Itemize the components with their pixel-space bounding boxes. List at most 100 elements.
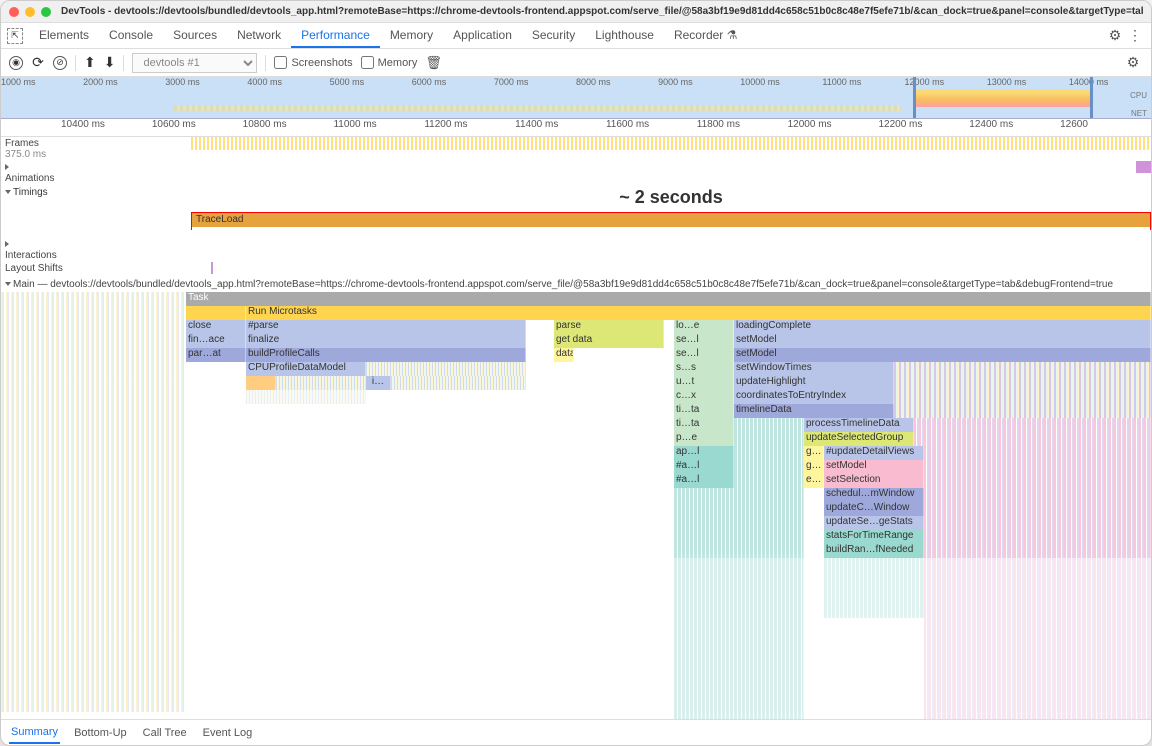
frames-track[interactable]: Frames 375.0 ms (1, 137, 1151, 161)
flame-close[interactable]: close (186, 320, 246, 334)
btab-summary[interactable]: Summary (9, 722, 60, 744)
flame-setmodel3[interactable]: setModel (824, 460, 924, 474)
btab-bottomup[interactable]: Bottom-Up (72, 723, 129, 743)
timing-annotation: ~ 2 seconds (191, 187, 1151, 208)
flame-tita1[interactable]: ti…ta (674, 404, 734, 418)
tab-sources[interactable]: Sources (163, 24, 227, 48)
interactions-track[interactable]: Interactions (1, 238, 1151, 262)
flame-g1[interactable]: g… (804, 446, 824, 460)
flame-loe[interactable]: lo…e (674, 320, 734, 334)
more-icon[interactable]: ⋮ (1125, 27, 1145, 44)
tab-memory[interactable]: Memory (380, 24, 443, 48)
tab-lighthouse[interactable]: Lighthouse (585, 24, 664, 48)
flame-timelinedata[interactable]: timelineData (734, 404, 894, 418)
expand-icon[interactable] (5, 164, 9, 170)
flame-g2[interactable]: g… (804, 460, 824, 474)
window-maximize-icon[interactable] (41, 7, 51, 17)
window-close-icon[interactable] (9, 7, 19, 17)
flame-chart[interactable]: Task Run Microtasks close #parse parse l… (1, 292, 1151, 719)
flame-data[interactable]: data (554, 348, 574, 362)
flame-setmodel1[interactable]: setModel (734, 334, 1151, 348)
flame-al1[interactable]: #a…l (674, 460, 734, 474)
flame-microtasks[interactable]: Run Microtasks (246, 306, 1151, 320)
settings-icon[interactable]: ⚙ (1105, 27, 1125, 44)
main-thread-label[interactable]: Main — devtools://devtools/bundled/devto… (1, 277, 1151, 292)
flame-setwindow[interactable]: setWindowTimes (734, 362, 894, 376)
overview-selection-handles[interactable] (913, 77, 1093, 118)
reload-icon[interactable]: ⟳ (31, 56, 45, 70)
flame-setmodel2[interactable]: setModel (734, 348, 1151, 362)
flame-cx[interactable]: c…x (674, 390, 734, 404)
memory-checkbox[interactable]: Memory (361, 56, 418, 69)
flame-updatehighlight[interactable]: updateHighlight (734, 376, 894, 390)
tab-recorder[interactable]: Recorder ⚗ (664, 24, 747, 48)
flame-updatese[interactable]: updateSe…geStats (824, 516, 924, 530)
flame-ut[interactable]: u…t (674, 376, 734, 390)
titlebar: DevTools - devtools://devtools/bundled/d… (1, 1, 1151, 23)
download-icon[interactable]: ⬇ (104, 54, 116, 71)
flame-ss[interactable]: s…s (674, 362, 734, 376)
devtools-tabs: ⇱ Elements Console Sources Network Perfo… (1, 23, 1151, 49)
perf-toolbar: ◉ ⟳ ⊘ ⬆ ⬇ devtools #1 Screenshots Memory… (1, 49, 1151, 77)
record-icon[interactable]: ◉ (9, 56, 23, 70)
flame-buildran[interactable]: buildRan…fNeeded (824, 544, 924, 558)
tab-performance[interactable]: Performance (291, 24, 380, 48)
flame-statsftr[interactable]: statsForTimeRange (824, 530, 924, 544)
flame-proctd[interactable]: processTimelineData (804, 418, 914, 432)
collapse-icon[interactable] (5, 282, 11, 286)
net-label: NET (1131, 109, 1147, 118)
detail-ruler: 10400 ms10600 ms10800 ms11000 ms11200 ms… (1, 119, 1151, 137)
flame-schedul[interactable]: schedul…mWindow (824, 488, 924, 502)
screenshots-checkbox[interactable]: Screenshots (274, 56, 352, 69)
flame-sel1[interactable]: se…l (674, 334, 734, 348)
flame-parat[interactable]: par…at (186, 348, 246, 362)
timeline-overview[interactable]: 1000 ms2000 ms3000 ms4000 ms5000 ms6000 … (1, 77, 1151, 119)
expand-icon[interactable] (5, 241, 9, 247)
collapse-icon[interactable] (5, 190, 11, 194)
flame-apl[interactable]: ap…l (674, 446, 734, 460)
profile-selector[interactable]: devtools #1 (132, 53, 257, 73)
devtools-window: DevTools - devtools://devtools/bundled/d… (0, 0, 1152, 746)
cpu-label: CPU (1130, 91, 1147, 100)
window-title: DevTools - devtools://devtools/bundled/d… (61, 6, 1143, 17)
flame-loadingcomplete[interactable]: loadingComplete (734, 320, 1151, 334)
perf-settings-icon[interactable]: ⚙ (1123, 54, 1143, 71)
timings-track[interactable]: Timings ~ 2 seconds TraceLoad (1, 185, 1151, 238)
flame-parse[interactable]: #parse (246, 320, 526, 334)
tracks-area[interactable]: Frames 375.0 ms Animations Timings ~ 2 s… (1, 137, 1151, 719)
flame-buildprofile[interactable]: buildProfileCalls (246, 348, 526, 362)
tab-network[interactable]: Network (227, 24, 291, 48)
flame-e[interactable]: e… (804, 474, 824, 488)
traceload-span[interactable]: TraceLoad (192, 213, 1150, 227)
tab-security[interactable]: Security (522, 24, 585, 48)
tab-application[interactable]: Application (443, 24, 522, 48)
flame-task[interactable]: Task (186, 292, 1151, 306)
flame-sel2[interactable]: se…l (674, 348, 734, 362)
flame-i[interactable]: i… (366, 376, 391, 390)
window-minimize-icon[interactable] (25, 7, 35, 17)
traffic-lights (9, 7, 51, 17)
flame-cpuprofile[interactable]: CPUProfileDataModel (246, 362, 366, 376)
flame-parse2[interactable]: parse (554, 320, 664, 334)
flame-finace[interactable]: fin…ace (186, 334, 246, 348)
inspect-element-icon[interactable]: ⇱ (7, 28, 23, 44)
upload-icon[interactable]: ⬆ (84, 54, 96, 71)
flame-coords[interactable]: coordinatesToEntryIndex (734, 390, 894, 404)
btab-calltree[interactable]: Call Tree (141, 723, 189, 743)
flame-updatec[interactable]: updateC…Window (824, 502, 924, 516)
flame-pe[interactable]: p…e (674, 432, 734, 446)
flame-getdata[interactable]: get data (554, 334, 664, 348)
trash-icon[interactable]: 🗑 (425, 55, 442, 71)
clear-icon[interactable]: ⊘ (53, 56, 67, 70)
layout-shifts-track[interactable]: Layout Shifts (1, 262, 1151, 277)
tab-console[interactable]: Console (99, 24, 163, 48)
flame-setselection[interactable]: setSelection (824, 474, 924, 488)
flame-finalize[interactable]: finalize (246, 334, 526, 348)
flame-updatesg[interactable]: updateSelectedGroup (804, 432, 914, 446)
animations-track[interactable]: Animations (1, 161, 1151, 185)
flame-updatedetail[interactable]: #updateDetailViews (824, 446, 924, 460)
tab-elements[interactable]: Elements (29, 24, 99, 48)
flame-tita2[interactable]: ti…ta (674, 418, 734, 432)
flame-al2[interactable]: #a…l (674, 474, 734, 488)
btab-eventlog[interactable]: Event Log (201, 723, 255, 743)
